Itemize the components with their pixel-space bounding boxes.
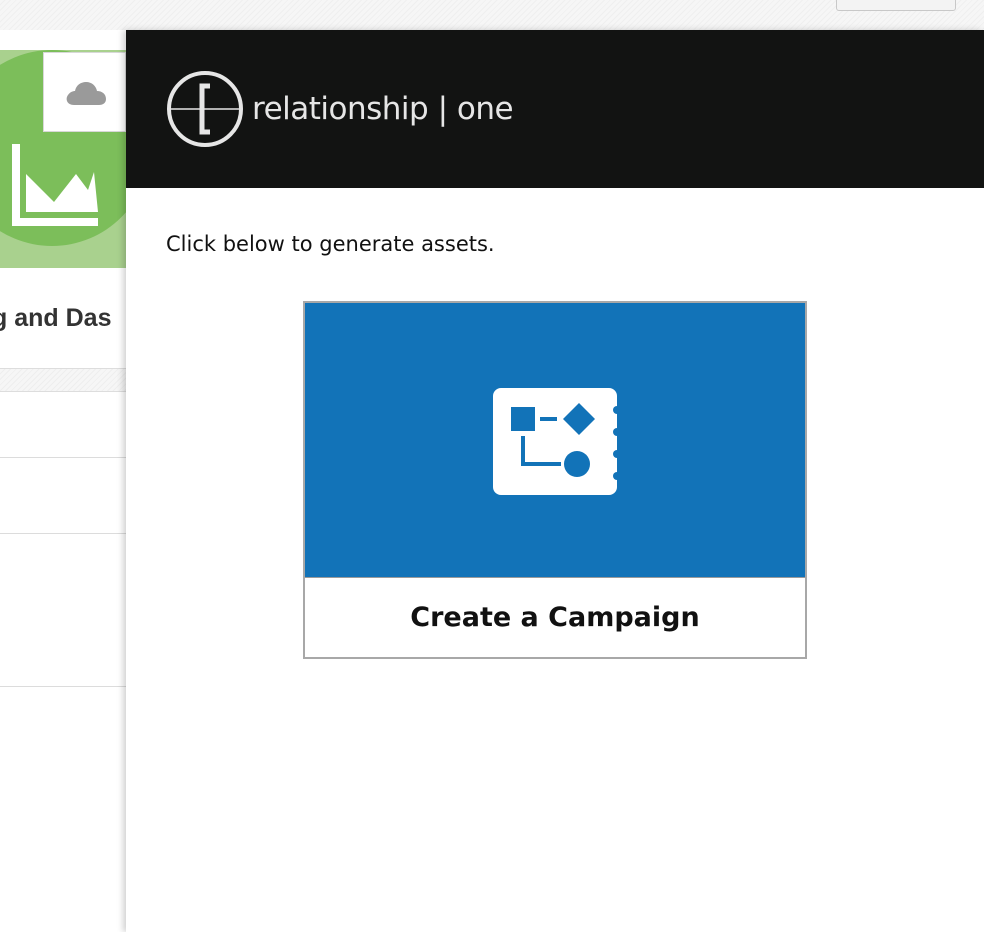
brand-name: relationship | one (252, 91, 514, 127)
list-row[interactable] (0, 391, 126, 458)
area-chart-icon (12, 144, 98, 226)
relationship-one-logo-icon (167, 71, 243, 147)
background-app-column: g and Das (0, 30, 126, 932)
list-row[interactable] (0, 534, 126, 687)
create-campaign-card[interactable]: Create a Campaign (303, 301, 807, 659)
brand-logo: relationship | one (166, 70, 514, 148)
campaign-card-banner[interactable] (305, 303, 805, 577)
cloud-button[interactable] (43, 52, 126, 132)
toolbar-button[interactable] (836, 0, 956, 11)
tile-title: g and Das (0, 304, 112, 332)
list-row[interactable] (0, 458, 126, 534)
cloud-icon (66, 82, 106, 105)
screen: g and Das relationship | one Click below… (0, 0, 984, 932)
top-toolbar-strip (0, 0, 984, 31)
create-campaign-label[interactable]: Create a Campaign (305, 578, 805, 657)
instruction-text: Click below to generate assets. (166, 232, 495, 256)
section-band (0, 368, 126, 392)
campaign-flow-icon (493, 388, 619, 495)
panel-header: relationship | one (126, 30, 984, 188)
relationship-one-panel: relationship | one Click below to genera… (126, 30, 984, 932)
